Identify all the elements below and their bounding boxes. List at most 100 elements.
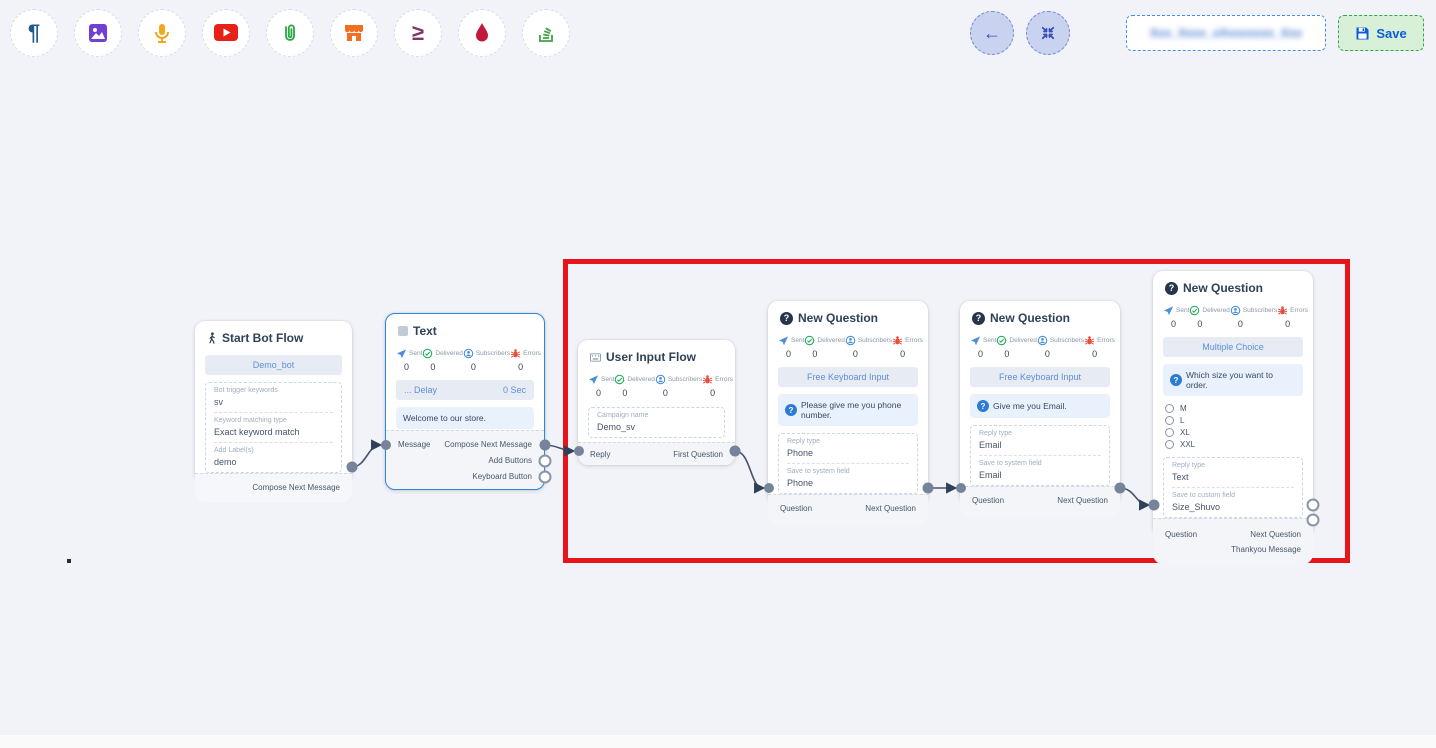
- node-user-input-flow[interactable]: User Input Flow Sent 0 Delivered 0 Subsc…: [578, 340, 735, 465]
- delay-setting[interactable]: ... Delay 0 Sec: [396, 380, 534, 400]
- radio-icon: [1165, 440, 1174, 449]
- errors-icon: [702, 374, 713, 385]
- stat-label: Errors: [715, 376, 733, 383]
- stat-label: Delivered: [1009, 337, 1036, 344]
- output-label-next-question: Next Question: [1250, 530, 1301, 539]
- paperclip-icon: [279, 22, 301, 44]
- stat-value: 0: [404, 362, 409, 372]
- option-xl[interactable]: XL: [1165, 426, 1301, 438]
- stat-label: Sent: [983, 337, 996, 344]
- campaign-name-box[interactable]: Campaign name Demo_sv: [588, 407, 725, 438]
- stat-value: 0: [430, 362, 435, 372]
- stat-value: 0: [1004, 349, 1009, 359]
- node-footer: Reply First Question: [578, 442, 735, 465]
- audio-element-button[interactable]: [138, 9, 186, 57]
- keyboard-icon: [590, 353, 601, 362]
- node-title: New Question: [798, 311, 878, 325]
- field-value: Exact keyword match: [214, 427, 333, 437]
- option-xxl[interactable]: XXL: [1165, 438, 1301, 450]
- stat-errors: Errors 0: [892, 335, 923, 359]
- field-label: Reply type: [979, 430, 1101, 437]
- save-button[interactable]: Save: [1338, 15, 1424, 51]
- flow-builder-canvas[interactable]: ¶: [0, 0, 1436, 748]
- node-start-bot-flow[interactable]: Start Bot Flow Demo_bot Bot trigger keyw…: [195, 321, 352, 482]
- question-bubble[interactable]: ? Give me you Email.: [970, 394, 1110, 418]
- question-settings-box[interactable]: Reply type Email Save to system field Em…: [970, 425, 1110, 486]
- stat-sent: Sent 0: [396, 348, 422, 372]
- node-footer: Question Next Question Thankyou Message: [1153, 518, 1313, 564]
- question-type-chip[interactable]: Free Keyboard Input: [778, 367, 918, 387]
- stat-label: Delivered: [1202, 307, 1229, 314]
- output-label-compose-next-message: Compose Next Message: [252, 483, 340, 492]
- field-label: Reply type: [1172, 462, 1294, 469]
- message-bubble[interactable]: Welcome to our store.: [396, 407, 534, 429]
- stat-delivered: Delivered 0: [996, 335, 1036, 359]
- arrow-left-icon: ←: [983, 23, 1001, 44]
- flow-name-input[interactable]: Xxx_Xxxx_xXxxxxxxx_Xxx: [1126, 15, 1326, 51]
- field-value: Email: [979, 470, 1101, 480]
- node-title: User Input Flow: [606, 350, 696, 364]
- question-settings-box[interactable]: Reply type Phone Save to system field Ph…: [778, 433, 918, 494]
- node-new-question-phone[interactable]: ? New Question Sent 0 Delivered 0 Subscr…: [768, 301, 928, 505]
- field-reply-type: Reply type Phone: [787, 434, 909, 463]
- image-element-button[interactable]: [74, 9, 122, 57]
- input-label-question: Question: [1165, 530, 1197, 539]
- flow-name-blurred-text: Xxx_Xxxx_xXxxxxxxx_Xxx: [1150, 26, 1302, 40]
- errors-icon: [892, 335, 903, 346]
- stat-value: 0: [1197, 319, 1202, 329]
- field-reply-type: Reply type Email: [979, 426, 1101, 455]
- question-settings-box[interactable]: Reply type Text Save to custom field Siz…: [1163, 457, 1303, 518]
- subscribers-icon: [845, 335, 856, 346]
- bot-name-chip[interactable]: Demo_bot: [205, 355, 342, 375]
- stat-value: 0: [518, 362, 523, 372]
- start-bot-settings-box[interactable]: Bot trigger keywords sv Keyword matching…: [205, 382, 342, 473]
- option-m[interactable]: M: [1165, 402, 1301, 414]
- question-type-chip[interactable]: Free Keyboard Input: [970, 367, 1110, 387]
- node-new-question-size[interactable]: ? New Question Sent 0 Delivered 0 Subscr…: [1153, 271, 1313, 536]
- field-value: Phone: [787, 448, 909, 458]
- stat-label: Subscribers: [1243, 307, 1277, 314]
- sent-icon: [970, 335, 981, 346]
- field-value: sv: [214, 397, 333, 407]
- stat-subscribers: Subscribers 0: [463, 348, 510, 372]
- stat-value: 0: [1171, 319, 1176, 329]
- file-element-button[interactable]: [266, 9, 314, 57]
- back-button[interactable]: ←: [970, 11, 1014, 55]
- text-element-button[interactable]: ¶: [10, 9, 58, 57]
- stat-label: Delivered: [817, 337, 844, 344]
- node-text[interactable]: Text Sent 0 Delivered 0 Subscribers 0 Er…: [385, 313, 545, 490]
- field-value: Demo_sv: [597, 422, 716, 432]
- node-title-row: User Input Flow: [578, 340, 735, 368]
- stat-label: Subscribers: [668, 376, 702, 383]
- option-label: XXL: [1180, 440, 1195, 449]
- question-type-chip[interactable]: Multiple Choice: [1163, 337, 1303, 357]
- stat-label: Errors: [523, 350, 541, 357]
- stat-errors: Errors 0: [1277, 305, 1308, 329]
- sequence-element-button[interactable]: ≥: [394, 9, 442, 57]
- stat-value: 0: [1092, 349, 1097, 359]
- option-l[interactable]: L: [1165, 414, 1301, 426]
- stats-row: Sent 0 Delivered 0 Subscribers 0 Errors …: [1153, 299, 1313, 331]
- microphone-icon: [151, 22, 173, 44]
- stat-label: Subscribers: [476, 350, 510, 357]
- video-element-button[interactable]: [202, 9, 250, 57]
- horizontal-scrollbar[interactable]: [0, 735, 1436, 748]
- delivered-icon: [1189, 305, 1200, 316]
- image-icon: [87, 22, 109, 44]
- stat-label: Errors: [1097, 337, 1115, 344]
- field-label: Add Label(s): [214, 447, 333, 454]
- question-bubble[interactable]: ? Please give me you phone number.: [778, 394, 918, 426]
- node-title: Text: [413, 324, 437, 338]
- fit-view-button[interactable]: [1026, 11, 1070, 55]
- greater-equal-icon: ≥: [412, 22, 424, 44]
- node-new-question-email[interactable]: ? New Question Sent 0 Delivered 0 Subscr…: [960, 301, 1120, 505]
- stray-dot-artifact: [67, 559, 71, 563]
- stats-row: Sent 0 Delivered 0 Subscribers 0 Errors …: [578, 368, 735, 400]
- stack-element-button[interactable]: [522, 9, 570, 57]
- stat-value: 0: [812, 349, 817, 359]
- drip-element-button[interactable]: [458, 9, 506, 57]
- delay-value: 0 Sec: [503, 385, 526, 395]
- stat-label: Sent: [409, 350, 422, 357]
- ecommerce-element-button[interactable]: [330, 9, 378, 57]
- question-bubble[interactable]: ? Which size you want to order.: [1163, 364, 1303, 396]
